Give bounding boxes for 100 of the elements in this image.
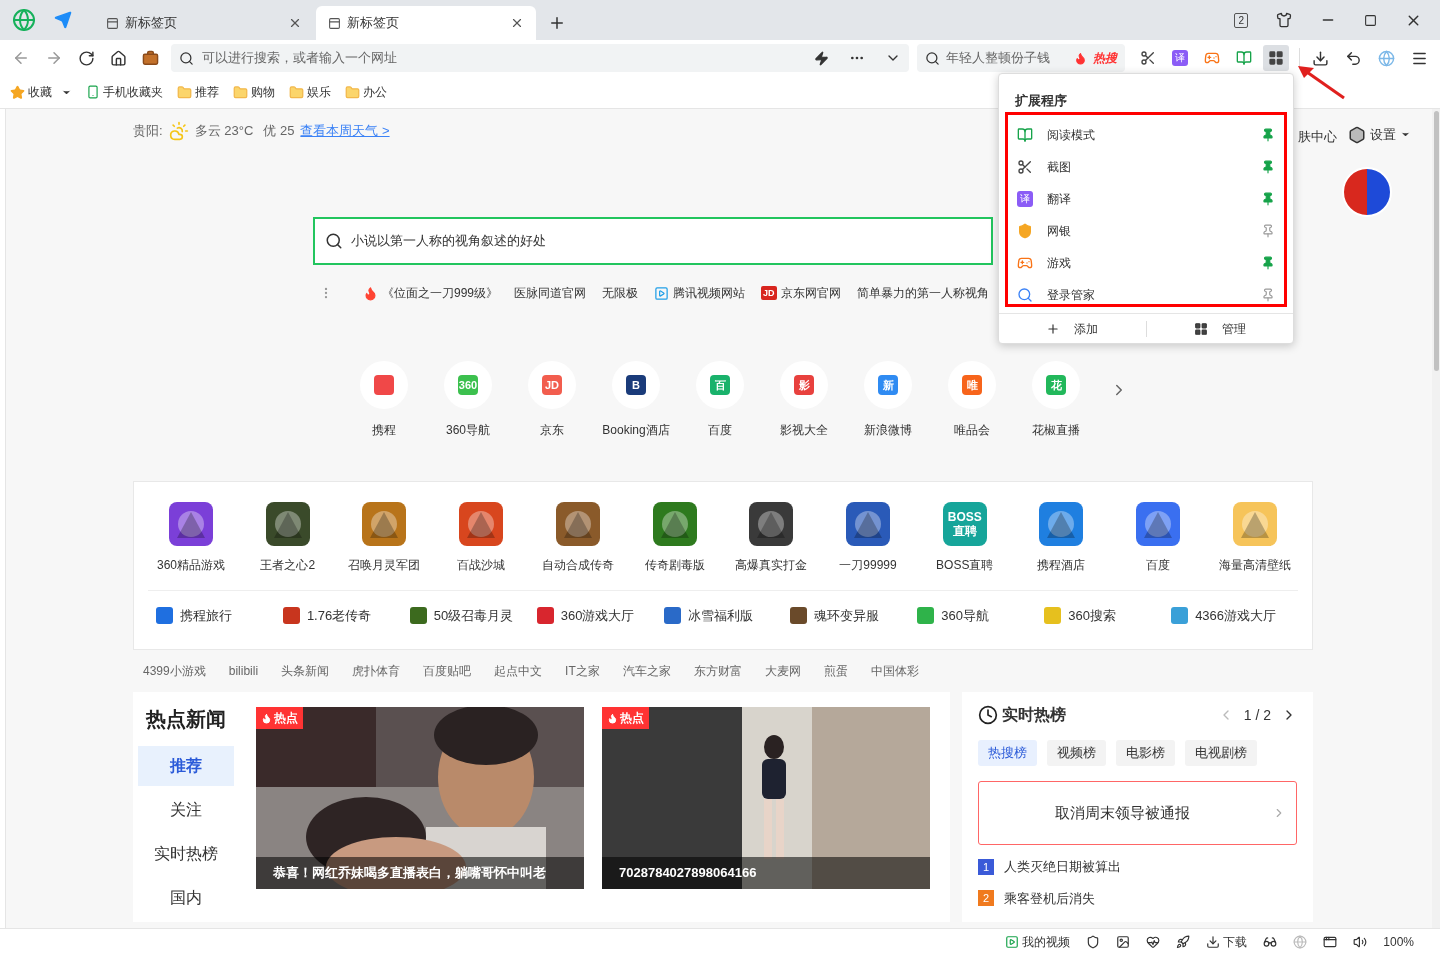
zoom-level[interactable]: 100% [1383, 932, 1414, 951]
site-link[interactable]: 起点中文 [494, 662, 543, 680]
game-link[interactable]: 4366游戏大厅 [1195, 605, 1277, 626]
hot-list-tab[interactable]: 电影榜 [1116, 740, 1175, 766]
scrollbar-thumb[interactable] [1433, 111, 1439, 371]
rocket-icon[interactable] [1176, 934, 1191, 949]
close-icon[interactable] [288, 16, 302, 30]
site-label[interactable]: Booking酒店 [602, 421, 670, 439]
site-shortcut[interactable]: 影 [780, 361, 828, 409]
bookmark-item[interactable]: 手机收藏夹 [103, 83, 163, 101]
glasses-icon[interactable] [1263, 934, 1278, 949]
game-link[interactable]: 1.76老传奇 [306, 605, 372, 626]
site-link[interactable]: IT之家 [565, 662, 600, 680]
news-card[interactable]: 热点 恭喜！网红乔妹喝多直播表白，躺嘴哥怀中叫老 [256, 707, 584, 889]
site-link[interactable]: 百度贴吧 [423, 662, 472, 680]
bookmark-item[interactable]: 购物 [251, 83, 275, 101]
game-label[interactable]: 百战沙城 [457, 556, 506, 574]
settings-link[interactable]: 设置 [1370, 125, 1396, 145]
game-link[interactable]: 360导航 [941, 605, 990, 626]
hot-link[interactable]: 无限极 [602, 284, 639, 302]
hot-list-item[interactable]: 乘客登机后消失 [1004, 888, 1095, 908]
back-icon[interactable] [12, 49, 30, 67]
download-icon[interactable] [1312, 49, 1329, 67]
reload-icon[interactable] [78, 49, 95, 67]
bookmark-item[interactable]: 收藏 [28, 83, 52, 101]
hot-link[interactable]: 腾讯视频网站 [673, 284, 746, 302]
skin-icon[interactable] [1276, 12, 1292, 28]
site-label[interactable]: 360导航 [446, 421, 490, 439]
news-nav-item[interactable]: 关注 [138, 790, 234, 830]
undo-icon[interactable] [1345, 49, 1362, 67]
toolbar-button[interactable]: 译 [1167, 45, 1193, 71]
game-link[interactable]: 魂环变异服 [814, 605, 880, 626]
bookmark-item[interactable]: 娱乐 [307, 83, 331, 101]
briefcase-icon[interactable] [142, 49, 159, 67]
site-link[interactable]: 4399小游戏 [143, 662, 206, 680]
pin-icon[interactable] [1261, 160, 1275, 174]
address-field[interactable]: 可以进行搜索，或者输入一个网址 [171, 44, 910, 72]
site-label[interactable]: 花椒直播 [1032, 421, 1080, 439]
news-card[interactable]: 热点 7028784027898064166 [602, 707, 930, 889]
tab-count-badge[interactable]: 2 [1234, 12, 1248, 28]
site-link[interactable]: 中国体彩 [870, 662, 919, 680]
extension-name[interactable]: 阅读模式 [1047, 126, 1249, 144]
pin-icon[interactable] [1261, 256, 1275, 270]
main-search-field[interactable]: 小说以第一人称的视角叙述的好处 [313, 217, 993, 265]
avatar[interactable] [1342, 167, 1392, 217]
game-label[interactable]: 传奇剧毒版 [644, 556, 705, 574]
game-label[interactable]: 召唤月灵军团 [348, 556, 421, 574]
extension-name[interactable]: 登录管家 [1047, 286, 1249, 304]
skin-center-link[interactable]: 肤中心 [1298, 127, 1337, 147]
extension-name[interactable]: 截图 [1047, 158, 1249, 176]
site-link[interactable]: 虎扑体育 [352, 662, 401, 680]
site-shortcut[interactable]: B [612, 361, 660, 409]
bookmark-item[interactable]: 办公 [363, 83, 387, 101]
game-link[interactable]: 50级召毒月灵 [433, 605, 514, 626]
toolbar-button[interactable] [1263, 45, 1289, 71]
game-link[interactable]: 360搜索 [1068, 605, 1116, 626]
game-label[interactable]: 海量高清壁纸 [1218, 556, 1291, 574]
game-link[interactable]: 冰雪福利版 [687, 605, 753, 626]
search-field[interactable]: 年轻人整顿份子钱 热搜 [917, 44, 1125, 72]
site-link[interactable]: bilibili [228, 662, 259, 680]
pin-icon[interactable] [1261, 128, 1275, 142]
site-link[interactable]: 头条新闻 [281, 662, 330, 680]
weather-link[interactable]: 查看本周天气 > [300, 121, 390, 141]
game-label[interactable]: 360精品游戏 [157, 556, 225, 574]
hot-link[interactable]: 《位面之一刀999级》 [382, 284, 499, 302]
game-label[interactable]: 百度 [1146, 556, 1171, 574]
site-label[interactable]: 唯品会 [954, 421, 990, 439]
site-link[interactable]: 东方财富 [693, 662, 742, 680]
site-link[interactable]: 大麦网 [764, 662, 801, 680]
hot-link[interactable]: 医脉同道官网 [514, 284, 587, 302]
site-link[interactable]: 汽车之家 [622, 662, 671, 680]
game-label[interactable]: 王者之心2 [260, 556, 316, 574]
hot-list-tab[interactable]: 电视剧榜 [1185, 740, 1257, 766]
extension-name[interactable]: 翻译 [1047, 190, 1249, 208]
game-label[interactable]: 一刀99999 [839, 556, 897, 574]
news-nav-item[interactable]: 国内 [138, 878, 234, 918]
image-icon[interactable] [1116, 934, 1131, 949]
bookmark-item[interactable]: 推荐 [195, 83, 219, 101]
maximize-icon[interactable] [1364, 13, 1377, 27]
new-tab-icon[interactable] [548, 14, 566, 32]
hot-link[interactable]: 简单暴力的第一人称视角 [856, 284, 989, 302]
pin-icon[interactable] [1261, 192, 1275, 206]
site-label[interactable]: 京东 [540, 421, 564, 439]
news-nav-item[interactable]: 实时热榜 [138, 834, 234, 874]
game-link[interactable]: 携程旅行 [180, 605, 232, 626]
forward-icon[interactable] [45, 49, 63, 67]
download-link[interactable]: 下载 [1223, 932, 1248, 951]
heart-icon[interactable] [1146, 934, 1161, 949]
volume-icon[interactable] [1353, 934, 1368, 949]
site-label[interactable]: 新浪微博 [864, 421, 912, 439]
manage-button[interactable]: 管理 [1221, 319, 1246, 338]
game-label[interactable]: 高爆真实打金 [735, 556, 808, 574]
hot-list-tab[interactable]: 视频榜 [1047, 740, 1106, 766]
top-news-card[interactable]: 取消周末领导被通报 [978, 781, 1297, 845]
site-link[interactable]: 煎蛋 [823, 662, 848, 680]
game-label[interactable]: BOSS直聘 [936, 556, 994, 574]
hot-link[interactable]: 京东网官网 [780, 284, 841, 302]
lightning-icon[interactable] [814, 50, 830, 66]
site-label[interactable]: 携程 [372, 421, 396, 439]
my-videos-link[interactable]: 我的视频 [1022, 932, 1071, 951]
